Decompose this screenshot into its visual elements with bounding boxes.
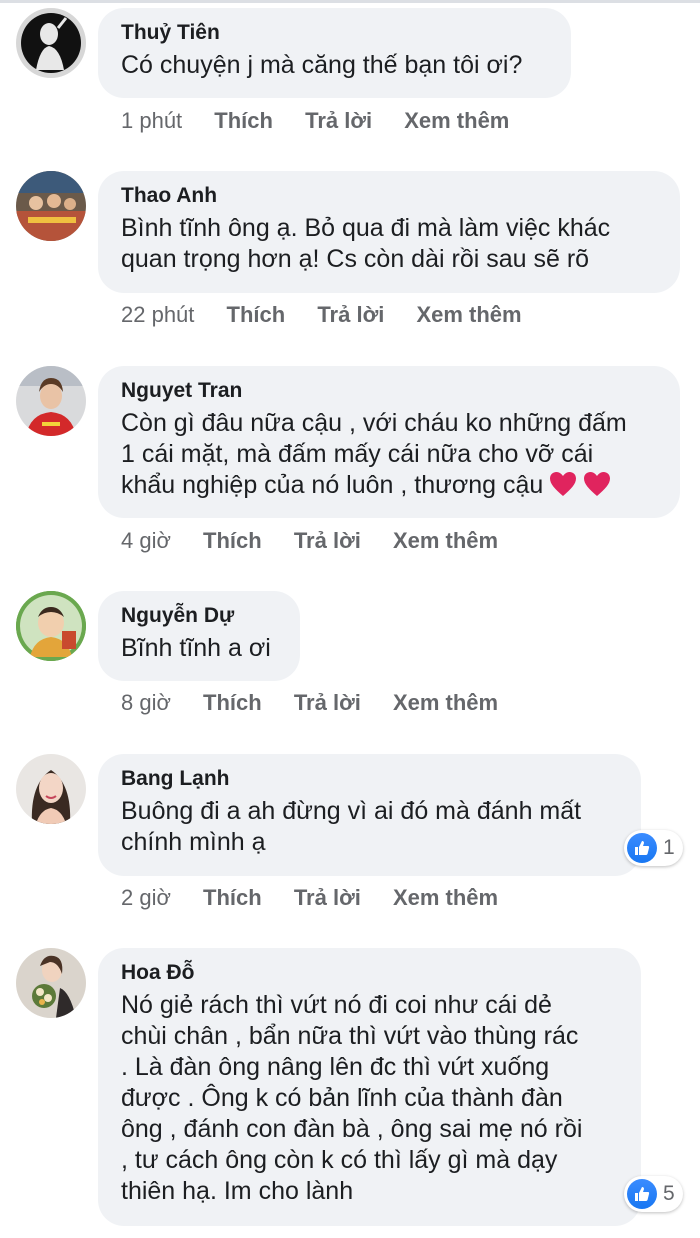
heart-emoji-icon (584, 472, 611, 496)
comment-text: Còn gì đâu nữa cậu , với cháu ko những đ… (121, 408, 658, 501)
baby-avatar[interactable] (16, 591, 86, 661)
comment-time[interactable]: 2 giờ (121, 885, 171, 910)
comment-bubble: Bang Lạnh Buông đi a ah đừng vì ai đó mà… (98, 754, 641, 876)
woman-red-shirt-avatar[interactable] (16, 366, 86, 436)
woman-portrait-avatar[interactable] (16, 754, 86, 824)
comment-actions: 1 phút Thích Trả lời Xem thêm (121, 108, 535, 134)
reply-action[interactable]: Trả lời (294, 528, 361, 553)
silhouette-avatar[interactable] (16, 8, 86, 78)
comment-actions: 8 giờ Thích Trả lời Xem thêm (121, 690, 524, 716)
comment-text: Nó giẻ rách thì vứt nó đi coi như cái dẻ… (121, 991, 583, 1205)
comment-time[interactable]: 4 giờ (121, 528, 171, 553)
see-more-action[interactable]: Xem thêm (393, 528, 498, 553)
comment-text: Buông đi a ah đừng vì ai đó mà đánh mất … (121, 797, 582, 856)
reaction-count: 5 (663, 1182, 675, 1205)
comment-actions: 4 giờ Thích Trả lời Xem thêm (121, 528, 524, 554)
reply-action[interactable]: Trả lời (317, 302, 384, 327)
see-more-action[interactable]: Xem thêm (416, 302, 521, 327)
reply-action[interactable]: Trả lời (294, 690, 361, 715)
reply-action[interactable]: Trả lời (294, 885, 361, 910)
see-more-action[interactable]: Xem thêm (393, 690, 498, 715)
comment-time[interactable]: 1 phút (121, 108, 182, 133)
reaction-count: 1 (663, 836, 675, 859)
comment-bubble: Thuỷ Tiên Có chuyện j mà căng thế bạn tô… (98, 8, 571, 98)
comment-bubble: Hoa Đỗ Nó giẻ rách thì vứt nó đi coi như… (98, 948, 641, 1226)
commenter-name[interactable]: Thuỷ Tiên (121, 20, 549, 46)
comment-text: Có chuyện j mà căng thế bạn tôi ơi? (121, 51, 523, 79)
top-divider (0, 0, 700, 3)
comment-actions: 22 phút Thích Trả lời Xem thêm (121, 302, 548, 328)
like-action[interactable]: Thích (227, 302, 286, 327)
commenter-name[interactable]: Nguyễn Dự (121, 603, 278, 629)
flowers-avatar[interactable] (16, 948, 86, 1018)
comment-bubble: Nguyet Tran Còn gì đâu nữa cậu , với chá… (98, 366, 680, 518)
heart-emoji-icon (550, 472, 577, 496)
reaction-count-badge[interactable]: 1 (624, 830, 683, 866)
comment-text: Bình tĩnh ông ạ. Bỏ qua đi mà làm việc k… (121, 214, 611, 273)
commenter-name[interactable]: Hoa Đỗ (121, 960, 619, 986)
comment-bubble: Nguyễn Dự Bĩnh tĩnh a ơi (98, 591, 300, 681)
see-more-action[interactable]: Xem thêm (404, 108, 509, 133)
reaction-count-badge[interactable]: 5 (624, 1176, 683, 1212)
comment-bubble: Thao Anh Bình tĩnh ông ạ. Bỏ qua đi mà l… (98, 171, 680, 293)
commenter-name[interactable]: Bang Lạnh (121, 766, 619, 792)
commenter-name[interactable]: Thao Anh (121, 183, 658, 209)
like-action[interactable]: Thích (203, 690, 262, 715)
thumbs-up-icon (627, 1179, 657, 1209)
like-action[interactable]: Thích (203, 885, 262, 910)
like-action[interactable]: Thích (203, 528, 262, 553)
comment-text: Bĩnh tĩnh a ơi (121, 634, 271, 662)
thumbs-up-icon (627, 833, 657, 863)
comment-time[interactable]: 22 phút (121, 302, 194, 327)
comment-time[interactable]: 8 giờ (121, 690, 171, 715)
reply-action[interactable]: Trả lời (305, 108, 372, 133)
like-action[interactable]: Thích (214, 108, 273, 133)
comment-actions: 2 giờ Thích Trả lời Xem thêm (121, 885, 524, 911)
see-more-action[interactable]: Xem thêm (393, 885, 498, 910)
commenter-name[interactable]: Nguyet Tran (121, 378, 658, 404)
group-photo-avatar[interactable] (16, 171, 86, 241)
